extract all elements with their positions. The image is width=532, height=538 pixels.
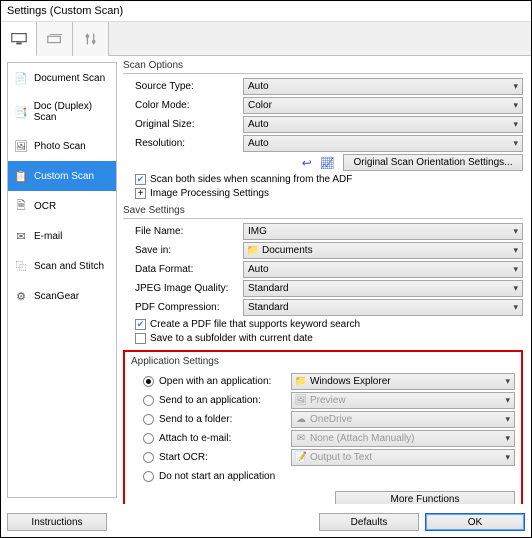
resolution-select[interactable]: Auto [243,135,523,152]
sidebar-label: Doc (Duplex) Scan [34,101,110,123]
text-icon: 📝 [295,452,307,464]
sidebar-label: OCR [34,201,56,212]
file-name-label: File Name: [123,226,243,237]
sidebar-label: Document Scan [34,73,105,84]
content-area: 📄 Document Scan 📑 Doc (Duplex) Scan 🖼 Photo… [1,56,531,504]
save-settings-title: Save Settings [123,205,523,219]
defaults-button[interactable]: Defaults [319,513,419,531]
sidebar-item-scan-stitch[interactable]: ⿻ Scan and Stitch [8,251,116,281]
photo-icon: 🖼 [14,139,28,153]
send-app-select[interactable]: 🖼Preview [291,392,515,409]
attach-email-radio[interactable]: Attach to e-mail: [131,433,291,444]
checkbox-icon [135,333,146,344]
sidebar: 📄 Document Scan 📑 Doc (Duplex) Scan 🖼 Photo… [7,62,117,498]
gear-icon: ⚙ [14,289,28,303]
attach-email-select[interactable]: ✉None (Attach Manually) [291,430,515,447]
radio-icon [143,414,154,425]
custom-icon: 📋 [14,169,28,183]
scan-both-sides-checkbox[interactable]: ✔Scan both sides when scanning from the … [123,174,523,185]
tools-icon [82,31,100,47]
subfolder-checkbox[interactable]: Save to a subfolder with current date [123,333,523,344]
radio-icon [143,471,154,482]
sidebar-item-email[interactable]: ✉ E-mail [8,221,116,251]
radio-icon [143,452,154,463]
mail-icon: ✉ [295,433,307,445]
send-app-radio[interactable]: Send to an application: [131,395,291,406]
checkbox-icon: ✔ [135,319,146,330]
application-settings-section: Application Settings Open with an applic… [123,350,523,504]
original-size-label: Original Size: [123,119,243,130]
sidebar-item-ocr[interactable]: 🗎 OCR [8,191,116,221]
document-icon: 📄 [14,71,28,85]
color-mode-select[interactable]: Color [243,97,523,114]
data-format-select[interactable]: Auto [243,261,523,278]
orientation-reset-icon[interactable]: ↩︎ [302,156,314,170]
sidebar-item-duplex-scan[interactable]: 📑 Doc (Duplex) Scan [8,93,116,131]
app-settings-title: Application Settings [131,356,515,369]
sidebar-label: Scan and Stitch [34,261,104,272]
settings-window: { "title": "Settings (Custom Scan)", "si… [0,0,532,538]
sidebar-item-scangear[interactable]: ⚙ ScanGear [8,281,116,311]
open-app-select[interactable]: 📁Windows Explorer [291,373,515,390]
image-processing-expander[interactable]: +Image Processing Settings [123,188,523,199]
original-size-select[interactable]: Auto [243,116,523,133]
stitch-icon: ⿻ [14,259,28,273]
footer: Instructions Defaults OK [7,513,525,531]
sidebar-label: E-mail [34,231,62,242]
sidebar-item-custom-scan[interactable]: 📋 Custom Scan [8,161,116,191]
source-type-label: Source Type: [123,81,243,92]
plus-icon: + [135,188,146,199]
monitor-icon [10,31,28,47]
tab-general-settings[interactable] [73,22,109,56]
jpeg-quality-label: JPEG Image Quality: [123,283,243,294]
ocr-icon: 🗎 [14,199,28,213]
top-tabbar [1,22,531,56]
orientation-chart-icon[interactable]: 📈︎ [320,156,337,170]
no-app-radio[interactable]: Do not start an application [131,471,291,482]
window-title: Settings (Custom Scan) [1,1,531,22]
sidebar-label: Photo Scan [34,141,86,152]
duplex-icon: 📑 [14,105,28,119]
onedrive-icon: ☁ [295,414,307,426]
pdf-compression-select[interactable]: Standard [243,299,523,316]
more-functions-button[interactable]: More Functions [335,491,515,504]
orientation-settings-button[interactable]: Original Scan Orientation Settings... [343,154,523,171]
tab-scan-from-panel[interactable] [37,22,73,56]
save-settings-section: Save Settings File Name:IMG Save in:📁Doc… [123,205,523,344]
save-in-select[interactable]: 📁Documents [243,242,523,259]
jpeg-quality-select[interactable]: Standard [243,280,523,297]
data-format-label: Data Format: [123,264,243,275]
source-type-select[interactable]: Auto [243,78,523,95]
open-app-radio[interactable]: Open with an application: [131,376,291,387]
radio-icon [143,395,154,406]
start-ocr-radio[interactable]: Start OCR: [131,452,291,463]
start-ocr-select[interactable]: 📝Output to Text [291,449,515,466]
resolution-label: Resolution: [123,138,243,149]
folder-icon: 📁 [247,245,259,257]
preview-icon: 🖼 [295,395,307,407]
checkbox-icon: ✔ [135,174,146,185]
save-in-label: Save in: [123,245,243,256]
explorer-icon: 📁 [295,376,307,388]
send-folder-radio[interactable]: Send to a folder: [131,414,291,425]
send-folder-select[interactable]: ☁OneDrive [291,411,515,428]
pdf-compression-label: PDF Compression: [123,302,243,313]
sidebar-item-document-scan[interactable]: 📄 Document Scan [8,63,116,93]
pdf-keyword-checkbox[interactable]: ✔Create a PDF file that supports keyword… [123,319,523,330]
sidebar-label: ScanGear [34,291,79,302]
tab-scan-from-computer[interactable] [1,22,37,56]
radio-icon [143,433,154,444]
scan-options-title: Scan Options [123,60,523,74]
scan-options-section: Scan Options Source Type:Auto Color Mode… [123,60,523,199]
scanner-icon [46,31,64,47]
instructions-button[interactable]: Instructions [7,513,107,531]
main-panel: Scan Options Source Type:Auto Color Mode… [121,56,531,504]
ok-button[interactable]: OK [425,513,525,531]
radio-icon [143,376,154,387]
sidebar-label: Custom Scan [34,171,94,182]
email-icon: ✉ [14,229,28,243]
file-name-input[interactable]: IMG [243,223,523,240]
sidebar-item-photo-scan[interactable]: 🖼 Photo Scan [8,131,116,161]
color-mode-label: Color Mode: [123,100,243,111]
